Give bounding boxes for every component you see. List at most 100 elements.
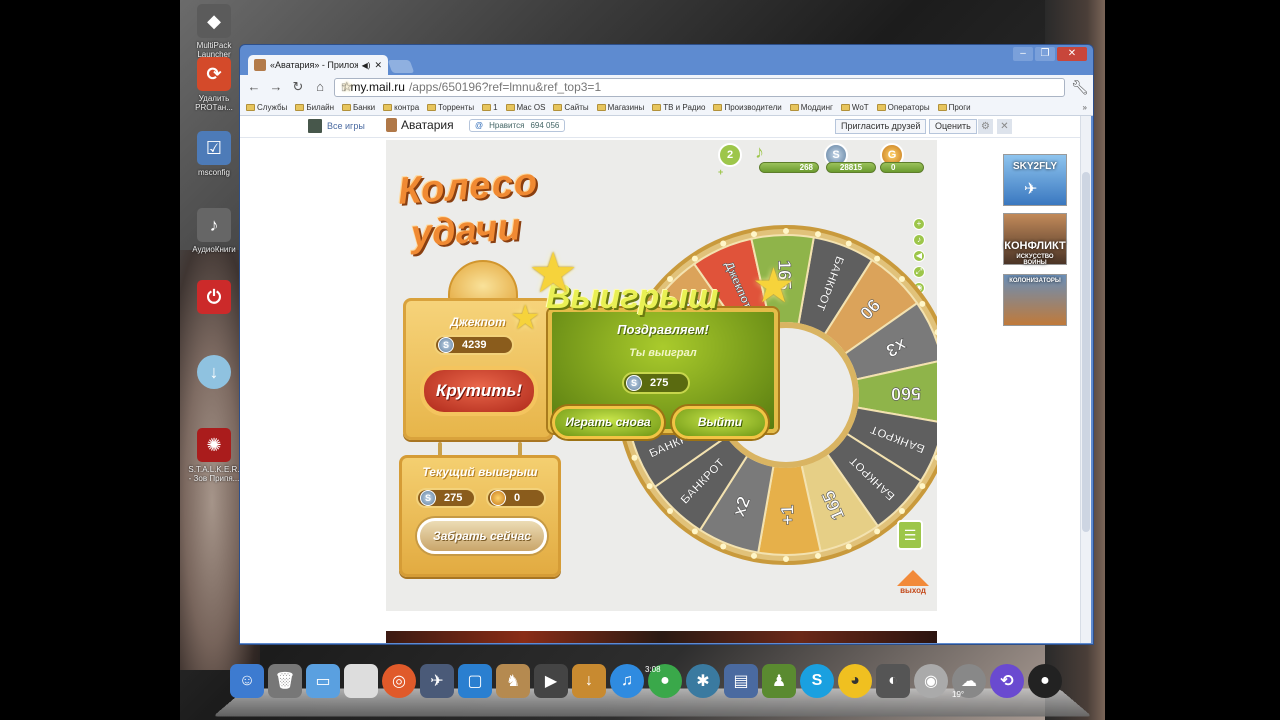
media-icon[interactable]: ◎ [382,664,416,698]
forward-icon[interactable]: → [268,79,284,95]
bookmark-folder[interactable]: Операторы [876,103,930,112]
folder-icon [427,103,437,111]
camera-icon[interactable]: ▶ [534,664,568,698]
bookmark-folder[interactable]: Торренты [427,103,474,112]
all-games-link[interactable]: Все игры [308,119,365,133]
apple-icon[interactable] [344,664,378,698]
play-again-button[interactable]: Играть снова [552,406,664,439]
desktop-icon-audiobooks[interactable]: ♪ АудиоКниги [186,208,242,254]
home-icon[interactable]: ⌂ [312,79,328,95]
like-count: 694 056 [530,121,560,130]
like-button[interactable]: @ Нравится 694 056 [469,119,566,132]
tab-avataria[interactable]: «Аватария» - Приложен ◀) ✕ [248,55,388,75]
wheel-bulb [783,228,789,234]
browser-toolbar: ← → ↻ ⌂ ▯ my.mail.ru/apps/650196?ref=lmn… [240,75,1093,99]
itunes-icon[interactable]: ♫ [610,664,644,698]
desktop-icon-power[interactable]: ⏻ [186,280,242,317]
eye-ball-icon[interactable]: ◉ [914,664,948,698]
quest-icon[interactable]: ☰ [897,520,923,550]
scrollbar-thumb[interactable] [1082,172,1090,532]
bee-icon[interactable]: ◕ [838,664,872,698]
wheel-bulb [814,231,821,238]
desktop-icon-stalker[interactable]: ✺ S.T.A.L.K.E.R. - Зов Припя... [186,428,242,483]
bookmark-folder[interactable]: 1 [482,103,498,112]
ad-sky2fly[interactable]: SKY2FLY ✈ [1003,154,1067,206]
trash-icon[interactable]: 🗑︎ [268,664,302,698]
wheel-bulb [691,255,698,262]
settings-gear-icon[interactable]: ⚙ [978,119,993,134]
energy-icon: ♪ [755,142,764,162]
wheel-bulb [720,240,727,247]
bookmark-folder[interactable]: Производители [713,103,782,112]
maximize-button[interactable]: ❐ [1035,47,1055,61]
network-icon[interactable]: ✱ [686,664,720,698]
skype-icon[interactable]: S [800,664,834,698]
computer-icon[interactable]: ▭ [306,664,340,698]
ad-kolonizatory[interactable]: КОЛОНИЗАТОРЫ [1003,274,1067,326]
wheel-bulb [814,552,821,559]
bookmark-folder[interactable]: Магазины [596,103,644,112]
tab-favicon-icon [254,59,266,71]
bookmark-folder[interactable]: Сайты [553,103,589,112]
new-tab-button[interactable] [387,60,415,73]
exit-win-button[interactable]: Выйти [672,406,768,439]
collect-now-button[interactable]: Забрать сейчас [417,518,547,554]
tab-strip: «Аватария» - Приложен ◀) ✕ – ❐ ✕ [240,45,1093,75]
wrench-icon[interactable]: 🔧︎ [1071,79,1089,96]
bookmark-folder[interactable]: WoT [840,103,869,112]
invite-friends-button[interactable]: Пригласить друзей [835,119,927,134]
bookmark-folder[interactable]: Банки [342,103,375,112]
preview-icon[interactable]: ▤ [724,664,758,698]
bookmark-folder[interactable]: контра [383,103,419,112]
bookmark-folder[interactable]: ТВ и Радио [652,103,705,112]
back-icon[interactable]: ← [246,79,262,95]
window-icon[interactable]: ▢ [458,664,492,698]
mail-icon: @ [475,121,484,130]
finder-icon[interactable]: ☺ [230,664,264,698]
desktop-icon-msconfig[interactable]: ☑ msconfig [186,131,242,177]
url-path: /apps/650196?ref=lmnu&ref_top3=1 [408,80,602,94]
page-content: Все игры Аватария @ Нравится 694 056 При… [240,116,1081,643]
wheel-bulb [845,240,852,247]
bookmark-folder[interactable]: Проги [937,103,971,112]
reload-icon[interactable]: ↻ [290,79,306,95]
bookmark-folder[interactable]: Службы [246,103,287,112]
close-window-button[interactable]: ✕ [1057,47,1087,61]
vertical-scrollbar[interactable] [1080,116,1091,643]
add-level-icon[interactable]: + [718,167,723,177]
minimize-button[interactable]: – [1013,47,1033,61]
window-controls: – ❐ ✕ [1013,47,1087,61]
rate-button[interactable]: Оценить [929,119,977,134]
desktop-icon-multipack[interactable]: ◆ MultiPack Launcher [186,4,242,59]
desktop-icon-uninstall[interactable]: ⟳ Удалить PROTан... [186,57,242,112]
bookmark-star-icon[interactable]: ☆ [341,79,353,95]
url-host: my.mail.ru [350,80,405,94]
wheel-bulb [751,231,758,238]
win-congrats: Поздравляем! [617,322,709,337]
desktop-icon-download[interactable]: ↓ [186,355,242,392]
spin-button[interactable]: Крутить! [420,366,538,416]
jet-icon[interactable]: ✈ [420,664,454,698]
folder-icon [383,103,393,111]
wheel-bulb [919,483,926,490]
record-icon[interactable]: ● [1028,664,1062,698]
ad-konflikt[interactable]: КОНФЛИКТ ИСКУССТВО ВОЙНЫ [1003,213,1067,266]
exit-game-button[interactable]: выход [894,570,932,595]
close-app-icon[interactable]: ✕ [997,119,1012,134]
bookmark-folder[interactable]: Билайн [295,103,334,112]
game-title-line2: удачи [409,206,522,256]
folder-icon [596,103,606,111]
download-box-icon[interactable]: ↓ [572,664,606,698]
bookmark-folder[interactable]: Mac OS [505,103,545,112]
rabbit-icon[interactable]: ♞ [496,664,530,698]
more-bookmarks-icon[interactable]: » [1083,103,1087,112]
bookmarks-bar: Службы Билайн Банки контра Торренты 1 Ma… [240,99,1093,116]
all-games-icon [308,119,322,133]
current-win-label: Текущий выигрыш [422,465,538,479]
sync-icon[interactable]: ⟲ [990,664,1024,698]
bookmark-folder[interactable]: Моддинг [789,103,833,112]
users-icon[interactable]: ♟ [762,664,796,698]
address-bar[interactable]: ▯ my.mail.ru/apps/650196?ref=lmnu&ref_to… [334,77,1065,97]
tab-close-icon[interactable]: ✕ [374,60,382,71]
disk-icon[interactable]: ◐ [876,664,910,698]
